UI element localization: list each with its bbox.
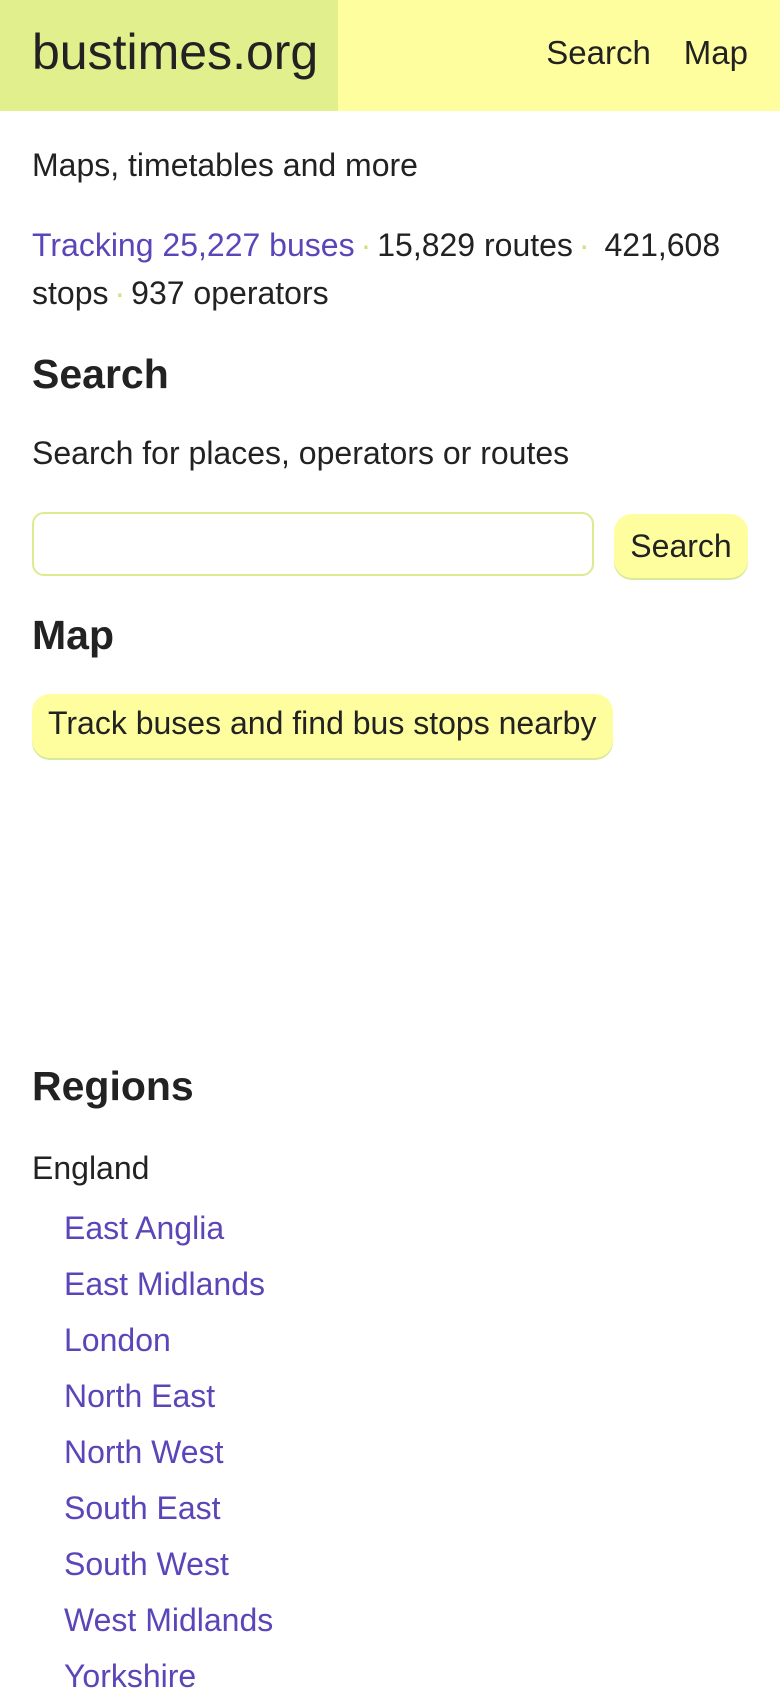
list-item: East Anglia (64, 1204, 273, 1260)
map-heading: Map (32, 612, 114, 658)
main-nav: Search Map (546, 30, 748, 76)
search-description: Search for places, operators or routes (32, 435, 570, 471)
operators-count: 937 operators (131, 275, 329, 311)
list-item: South West (64, 1540, 273, 1596)
region-link-yorkshire[interactable]: Yorkshire (64, 1658, 196, 1694)
region-link-north-east[interactable]: North East (64, 1378, 215, 1414)
stats-separator: · (360, 227, 372, 263)
list-item: North West (64, 1428, 273, 1484)
list-item: East Midlands (64, 1260, 273, 1316)
nav-search-link[interactable]: Search (546, 30, 651, 76)
site-tagline: Maps, timetables and more (32, 147, 418, 183)
routes-count: 15,829 routes (377, 227, 573, 263)
list-item: Yorkshire (64, 1652, 273, 1708)
search-input[interactable] (32, 512, 594, 576)
logo-area: bustimes.org (0, 0, 338, 111)
country-label: England (32, 1150, 150, 1186)
region-link-south-west[interactable]: South West (64, 1546, 229, 1582)
site-logo-link[interactable]: bustimes.org (32, 22, 318, 82)
tracking-buses-link[interactable]: Tracking 25,227 buses (32, 227, 355, 263)
regions-list: East Anglia East Midlands London North E… (64, 1204, 273, 1708)
region-link-west-midlands[interactable]: West Midlands (64, 1602, 273, 1638)
track-buses-map-button[interactable]: Track buses and find bus stops nearby (32, 694, 613, 758)
regions-heading: Regions (32, 1063, 194, 1109)
list-item: North East (64, 1372, 273, 1428)
list-item: South East (64, 1484, 273, 1540)
region-link-london[interactable]: London (64, 1322, 171, 1358)
region-link-north-west[interactable]: North West (64, 1434, 223, 1470)
site-header: bustimes.org Search Map (0, 0, 780, 111)
site-stats: Tracking 25,227 buses · 15,829 routes · 421… (32, 221, 748, 317)
search-heading: Search (32, 351, 169, 397)
stats-separator: · (114, 275, 126, 311)
search-button[interactable]: Search (614, 514, 748, 578)
region-link-east-anglia[interactable]: East Anglia (64, 1210, 224, 1246)
list-item: London (64, 1316, 273, 1372)
region-link-south-east[interactable]: South East (64, 1490, 221, 1526)
region-link-east-midlands[interactable]: East Midlands (64, 1266, 265, 1302)
nav-map-link[interactable]: Map (684, 30, 748, 76)
list-item: West Midlands (64, 1596, 273, 1652)
stats-separator: · (578, 227, 590, 263)
